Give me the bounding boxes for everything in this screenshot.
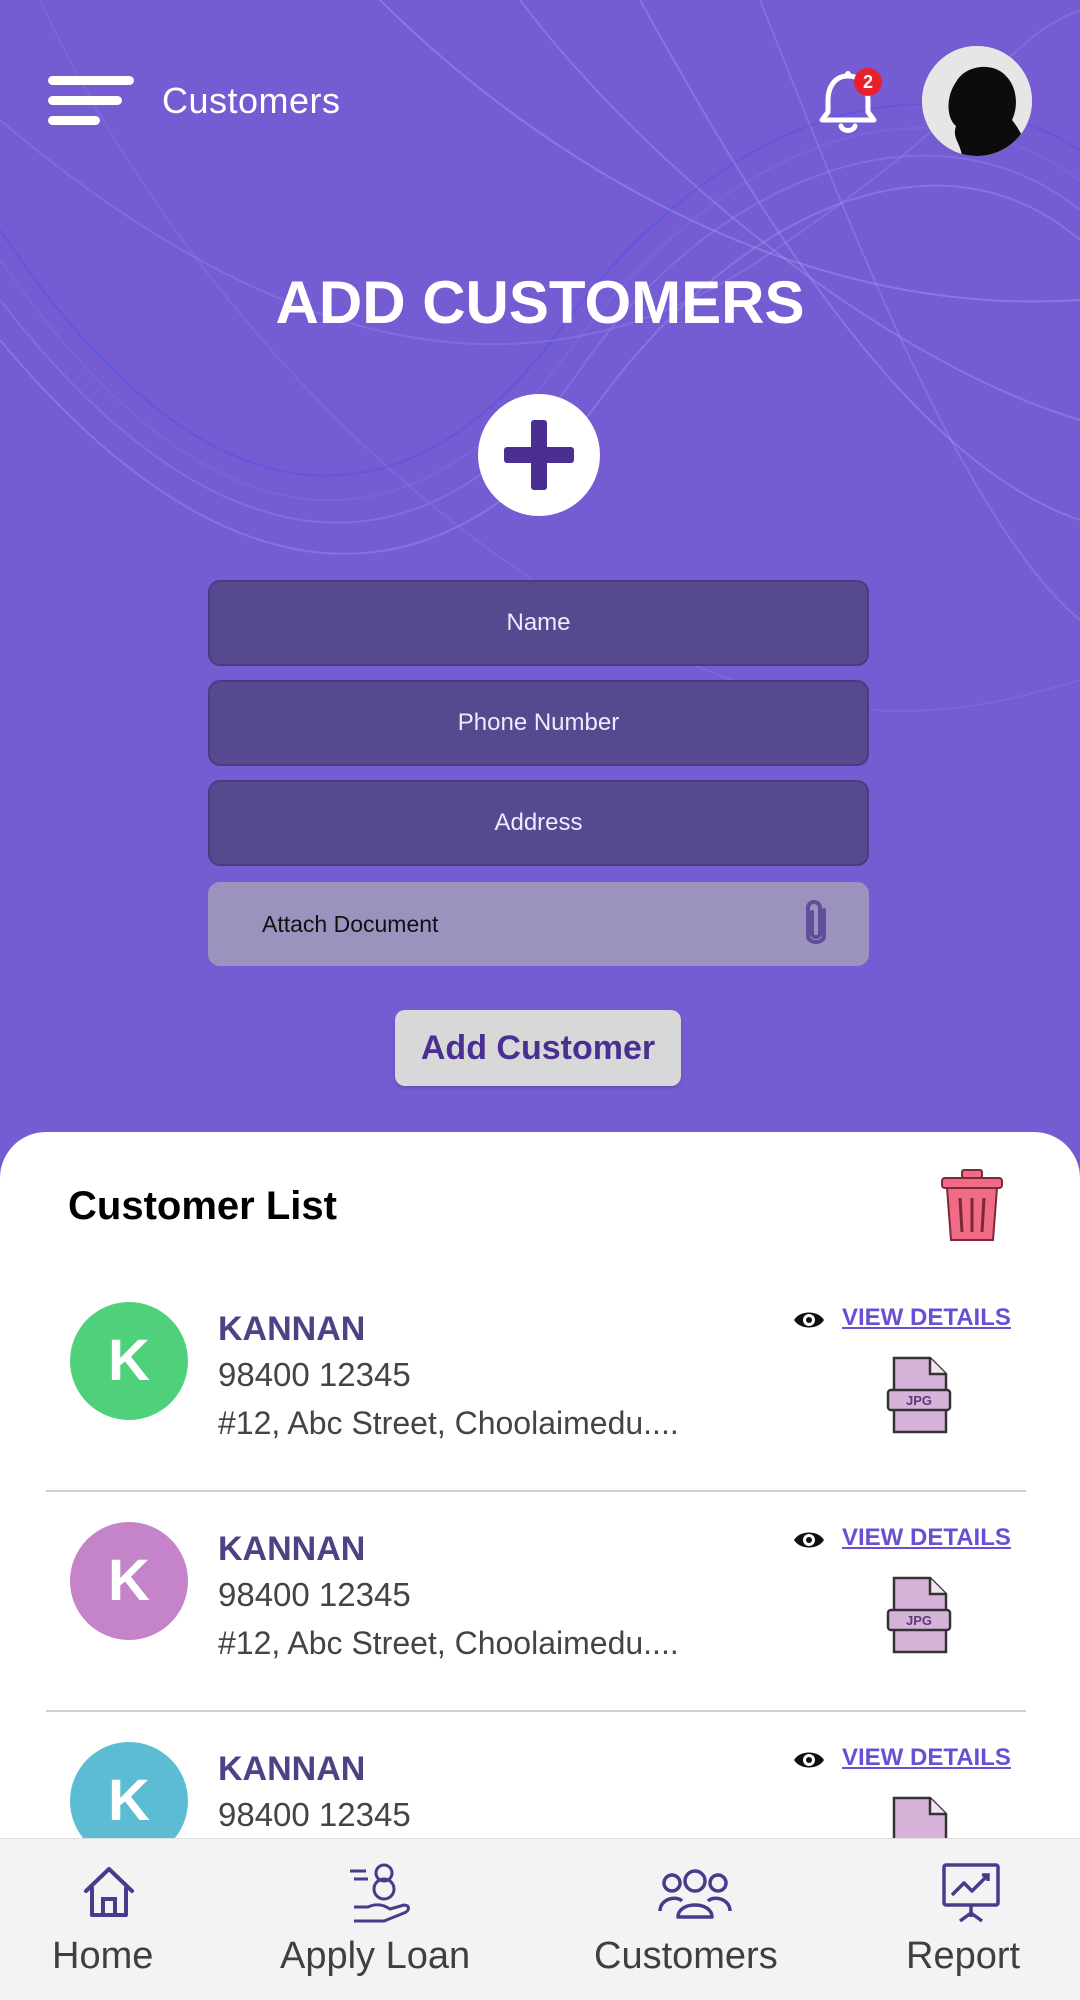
view-details-label: VIEW DETAILS <box>842 1744 1011 1771</box>
profile-silhouette-icon <box>922 46 1032 156</box>
trash-icon[interactable] <box>938 1168 1006 1244</box>
eye-icon <box>794 1532 824 1548</box>
customer-address: #12, Abc Street, Choolaimedu.... <box>218 1625 679 1661</box>
eye-icon <box>794 1752 824 1768</box>
customer-name: KANNAN <box>218 1750 366 1788</box>
name-field[interactable]: Name <box>208 580 869 666</box>
page-title: Customers <box>162 80 341 121</box>
customer-name: KANNAN <box>218 1530 366 1568</box>
avatar[interactable] <box>922 46 1032 156</box>
attach-document-label: Attach Document <box>262 911 439 937</box>
hero-section: Customers 2 ADD CUSTOMERS Name Phone Num… <box>0 0 1080 1150</box>
view-details-link[interactable]: VIEW DETAILS <box>792 1522 1024 1560</box>
customer-list-title: Customer List <box>68 1184 337 1228</box>
loan-hand-icon <box>350 1863 410 1923</box>
customer-phone: 98400 12345 <box>218 1576 411 1613</box>
customer-initial-avatar: K <box>70 1522 188 1640</box>
phone-number-field[interactable]: Phone Number <box>208 680 869 766</box>
view-details-link[interactable]: VIEW DETAILS <box>792 1302 1024 1340</box>
view-details-label: VIEW DETAILS <box>842 1524 1011 1551</box>
nav-apply-loan[interactable]: Apply Loan <box>270 1839 490 2000</box>
nav-home-label: Home <box>52 1935 154 1977</box>
bottom-navigation: Home Apply Loan Customers Report <box>0 1838 1080 2000</box>
customer-name: KANNAN <box>218 1310 366 1348</box>
jpg-file-icon[interactable]: JPG <box>886 1356 954 1434</box>
customer-phone: 98400 12345 <box>218 1796 411 1833</box>
view-details-label: VIEW DETAILS <box>842 1304 1011 1331</box>
file-type-label: JPG <box>906 1393 932 1408</box>
nav-customers[interactable]: Customers <box>590 1839 800 2000</box>
nav-home[interactable]: Home <box>40 1839 180 2000</box>
customer-row[interactable]: K KANNAN 98400 12345 #12, Abc Street, Ch… <box>46 1272 1026 1492</box>
address-field[interactable]: Address <box>208 780 869 866</box>
customer-address: #12, Abc Street, Choolaimedu.... <box>218 1405 679 1441</box>
file-type-label: JPG <box>906 1613 932 1628</box>
nav-customers-label: Customers <box>594 1935 778 1977</box>
users-icon <box>658 1869 732 1919</box>
nav-report-label: Report <box>906 1935 1021 1977</box>
eye-icon <box>794 1312 824 1328</box>
report-chart-icon <box>942 1863 1000 1923</box>
customer-phone: 98400 12345 <box>218 1356 411 1393</box>
paperclip-icon <box>806 900 826 944</box>
notification-badge: 2 <box>854 68 882 96</box>
attach-document-field[interactable]: Attach Document <box>208 882 869 966</box>
add-plus-button[interactable] <box>478 394 600 516</box>
nav-apply-loan-label: Apply Loan <box>280 1935 471 1977</box>
customer-row[interactable]: K KANNAN 98400 12345 #12, Abc Street, Ch… <box>46 1492 1026 1712</box>
home-icon <box>84 1867 134 1917</box>
customer-initial-avatar: K <box>70 1302 188 1420</box>
jpg-file-icon[interactable]: JPG <box>886 1576 954 1654</box>
hamburger-menu-icon[interactable] <box>48 76 134 126</box>
nav-report[interactable]: Report <box>896 1839 1056 2000</box>
add-customer-button[interactable]: Add Customer <box>395 1010 681 1086</box>
view-details-link[interactable]: VIEW DETAILS <box>792 1742 1024 1780</box>
top-bar: Customers 2 <box>0 0 1080 200</box>
add-customers-heading: ADD CUSTOMERS <box>275 269 805 336</box>
